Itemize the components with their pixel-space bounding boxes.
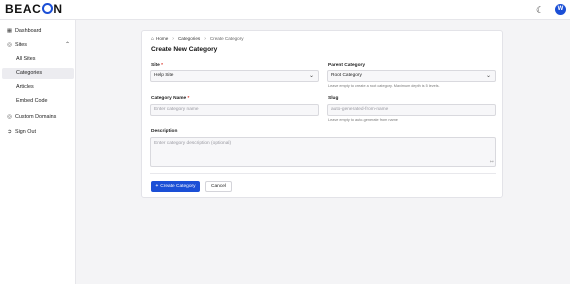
- category-name-label: Category Name *: [151, 96, 190, 101]
- create-category-card: ⌂ Home › Categories › Create Category Create …: [141, 30, 503, 198]
- sidebar-item-label: Sites: [15, 42, 27, 48]
- description-label: Description: [151, 129, 178, 134]
- globe-icon: ◎: [7, 42, 12, 48]
- sidebar-item-label: Categories: [16, 70, 43, 76]
- slug-help: Leave empty to auto-generate from name: [328, 118, 398, 122]
- chevron-right-icon: ›: [204, 36, 206, 42]
- sidebar-item-label: Sign Out: [15, 129, 36, 135]
- globe-icon: ◎: [7, 114, 12, 120]
- breadcrumb-current: Create Category: [209, 36, 244, 41]
- sidebar-item-custom-domains[interactable]: ◎ Custom Domains: [2, 112, 74, 123]
- logout-icon: ➲: [7, 129, 12, 135]
- plus-icon: +: [155, 184, 159, 189]
- sidebar-item-label: All Sites: [16, 56, 36, 62]
- site-select[interactable]: Help Site ⌄: [150, 70, 319, 82]
- moon-icon[interactable]: ☾: [535, 5, 545, 15]
- sidebar-item-sign-out[interactable]: ➲ Sign Out: [2, 127, 74, 138]
- sidebar-item-dashboard[interactable]: ▦ Dashboard: [2, 26, 74, 37]
- page-title: Create New Category: [151, 46, 218, 53]
- slug-label: Slug: [328, 96, 339, 101]
- chevron-up-icon[interactable]: ⌃: [65, 40, 70, 51]
- sidebar-item-label: Embed Code: [16, 98, 48, 104]
- sidebar-item-sites[interactable]: ◎ Sites ⌃: [2, 40, 74, 51]
- logo-ring-icon: [41, 3, 53, 14]
- description-placeholder: Enter category description (optional): [154, 141, 232, 146]
- breadcrumb-categories[interactable]: Categories: [178, 36, 200, 41]
- site-label: Site *: [151, 63, 164, 68]
- site-select-value: Help Site: [154, 73, 174, 78]
- sidebar: ▦ Dashboard ◎ Sites ⌃ All Sites Categories…: [0, 20, 76, 284]
- breadcrumb: ⌂ Home › Categories › Create Category: [151, 36, 244, 42]
- sidebar-item-all-sites[interactable]: All Sites: [2, 54, 74, 65]
- cancel-button[interactable]: Cancel: [205, 181, 232, 192]
- description-textarea[interactable]: Enter category description (optional) ⇿: [150, 137, 496, 167]
- chevron-down-icon: ⌄: [485, 73, 491, 79]
- sidebar-item-articles[interactable]: Articles: [2, 82, 74, 93]
- divider: [150, 173, 496, 174]
- create-category-button[interactable]: + Create Category: [151, 181, 200, 192]
- sidebar-item-label: Custom Domains: [15, 114, 57, 120]
- sidebar-item-categories[interactable]: Categories: [2, 68, 74, 79]
- avatar[interactable]: W: [555, 4, 566, 15]
- slug-input[interactable]: auto-generated-from-name: [327, 104, 496, 116]
- breadcrumb-home[interactable]: Home: [156, 36, 168, 41]
- create-category-button-label: Create Category: [160, 184, 196, 189]
- parent-select-value: Root Category: [331, 73, 362, 78]
- sidebar-item-embed-code[interactable]: Embed Code: [2, 96, 74, 107]
- parent-category-select[interactable]: Root Category ⌄: [327, 70, 496, 82]
- category-name-input[interactable]: Enter category name: [150, 104, 319, 116]
- sidebar-item-label: Dashboard: [15, 28, 42, 34]
- home-icon[interactable]: ⌂: [151, 36, 154, 42]
- top-bar: BEAC N ☾ W: [0, 0, 570, 20]
- chevron-down-icon: ⌄: [308, 73, 314, 79]
- grid-icon: ▦: [6, 28, 13, 34]
- parent-category-label: Parent Category: [328, 63, 366, 68]
- chevron-right-icon: ›: [172, 36, 174, 42]
- logo[interactable]: BEAC N: [5, 2, 63, 16]
- parent-category-help: Leave empty to create a root category. M…: [328, 84, 440, 88]
- sidebar-item-label: Articles: [16, 84, 34, 90]
- resize-handle-icon[interactable]: ⇿: [490, 160, 494, 165]
